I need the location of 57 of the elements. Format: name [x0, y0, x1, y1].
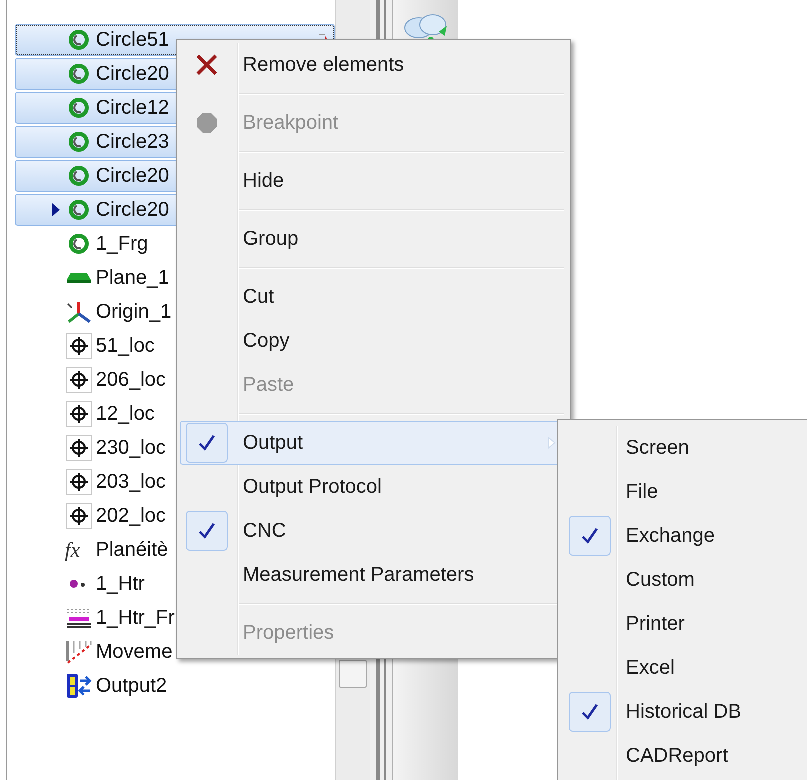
menu-item[interactable]: Cut — [180, 275, 567, 319]
menu-item[interactable]: File — [558, 470, 807, 514]
menu-item[interactable]: Excel — [558, 646, 807, 690]
crosshair-icon — [66, 503, 92, 529]
cross-icon — [195, 53, 219, 77]
item-label: Circle20 — [96, 198, 170, 223]
current-marker-icon — [51, 202, 61, 218]
item-label: Origin_1 — [96, 300, 172, 325]
item-label: 1_Htr — [96, 572, 145, 597]
crosshair-icon — [66, 367, 92, 393]
item-label: 1_Frg — [96, 232, 148, 257]
item-label: Circle12 — [96, 96, 170, 121]
checkmark-icon — [581, 703, 599, 721]
output-icon — [66, 673, 92, 699]
ring-icon — [68, 63, 90, 85]
item-label: Circle51 — [96, 28, 170, 53]
item-label: 1_Htr_Fr — [96, 606, 175, 631]
item-label: Circle23 — [96, 130, 170, 155]
checkmark-icon — [198, 434, 216, 452]
checkmark-icon — [581, 527, 599, 545]
item-label: Planéitè — [96, 538, 168, 563]
ring-icon — [68, 199, 90, 221]
frame-icon — [65, 607, 93, 629]
item-label: 12_loc — [96, 402, 155, 427]
item-label: 51_loc — [96, 334, 155, 359]
item-label: 206_loc — [96, 368, 166, 393]
item-label: Output2 — [96, 674, 168, 699]
item-label: Moveme — [96, 640, 173, 665]
ring-icon — [68, 29, 90, 51]
item-label: 230_loc — [96, 436, 166, 461]
ring-icon — [68, 131, 90, 153]
tree-item[interactable]: Output2 — [15, 670, 335, 702]
crosshair-icon — [66, 469, 92, 495]
octagon-icon — [196, 112, 218, 134]
crosshair-icon — [66, 435, 92, 461]
ring-icon — [68, 97, 90, 119]
movement-icon — [65, 639, 93, 665]
menu-item[interactable]: Exchange — [558, 514, 807, 558]
menu-item[interactable]: CADReport — [558, 734, 807, 778]
formula-icon: fx — [65, 540, 93, 560]
item-label: 202_loc — [96, 504, 166, 529]
crosshair-icon — [66, 333, 92, 359]
item-label: 203_loc — [96, 470, 166, 495]
item-label: Circle20 — [96, 62, 170, 87]
crosshair-icon — [66, 401, 92, 427]
checkmark-icon — [198, 522, 216, 540]
menu-item[interactable]: Copy — [180, 319, 567, 363]
menu-item[interactable]: Custom — [558, 558, 807, 602]
plane-icon — [66, 272, 92, 284]
axes-icon — [66, 300, 92, 324]
scroll-thumb[interactable] — [339, 660, 367, 688]
ring-icon — [68, 233, 90, 255]
item-label: Plane_1 — [96, 266, 170, 291]
menu-item[interactable]: Historical DB — [558, 690, 807, 734]
menu-item[interactable]: Printer — [558, 602, 807, 646]
ring-icon — [68, 165, 90, 187]
item-label: Circle20 — [96, 164, 170, 189]
